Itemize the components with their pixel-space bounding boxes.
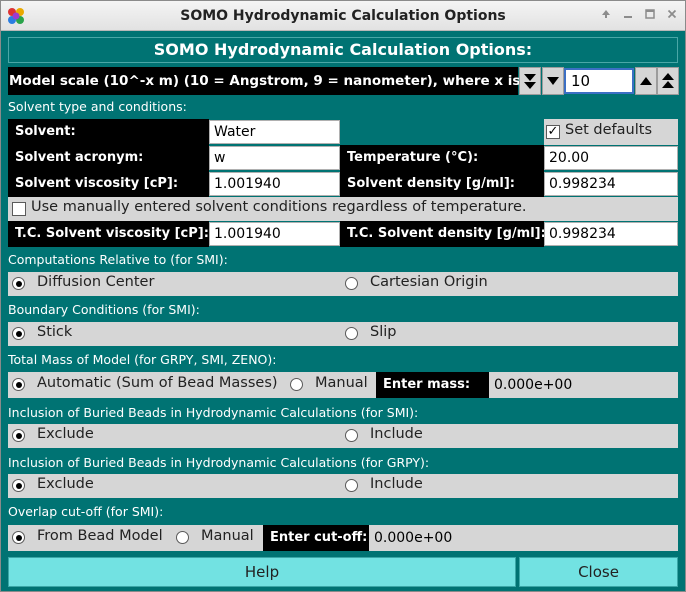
tc-viscosity-label: T.C. Solvent viscosity [cP]: [8, 221, 209, 247]
up-arrow-icon [640, 77, 652, 85]
automatic-mass-label[interactable]: Automatic (Sum of Bead Masses) [37, 375, 278, 391]
buried-smi-exclude-radio[interactable] [12, 429, 25, 442]
manual-mass-radio[interactable] [290, 378, 303, 391]
viscosity-field[interactable]: 1.001940 [209, 172, 340, 196]
tc-viscosity-field[interactable]: 1.001940 [209, 222, 340, 246]
increase-button[interactable] [635, 67, 657, 95]
tc-density-field[interactable]: 0.998234 [544, 222, 678, 246]
increase-fast-button[interactable] [657, 67, 679, 95]
cutoff-field[interactable]: 0.000e+00 [369, 526, 678, 550]
acronym-field[interactable]: w [209, 146, 340, 170]
from-bead-model-label[interactable]: From Bead Model [37, 528, 163, 544]
buried-grpy-radio-group: Exclude Include [8, 474, 678, 498]
manual-conditions-checkbox[interactable]: Use manually entered solvent conditions … [8, 197, 678, 221]
mass-field[interactable]: 0.000e+00 [489, 373, 678, 397]
buried-grpy-include-label[interactable]: Include [370, 476, 423, 492]
buried-smi-section-label: Inclusion of Buried Beads in Hydrodynami… [8, 405, 419, 420]
decrease-fast-button[interactable] [519, 67, 541, 95]
enter-mass-label: Enter mass: [376, 372, 489, 398]
slip-radio[interactable] [345, 327, 358, 340]
manual-conditions-label: Use manually entered solvent conditions … [31, 199, 527, 215]
double-up-arrow-icon [662, 73, 674, 88]
set-defaults-check-icon[interactable]: ✓ [546, 125, 560, 139]
buried-smi-radio-group: Exclude Include [8, 424, 678, 448]
computations-section-label: Computations Relative to (for SMI): [8, 252, 228, 267]
down-arrow-icon [547, 77, 559, 85]
up-icon[interactable] [597, 7, 615, 25]
slip-label[interactable]: Slip [370, 324, 396, 340]
manual-cutoff-radio[interactable] [176, 531, 189, 544]
buried-grpy-exclude-radio[interactable] [12, 479, 25, 492]
buried-smi-exclude-label[interactable]: Exclude [37, 426, 94, 442]
title-bar[interactable]: SOMO Hydrodynamic Calculation Options [1, 1, 685, 31]
help-button[interactable]: Help [8, 557, 516, 587]
decrease-button[interactable] [542, 67, 564, 95]
temperature-label: Temperature (°C): [340, 145, 544, 171]
automatic-mass-radio[interactable] [12, 378, 25, 391]
mass-section-label: Total Mass of Model (for GRPY, SMI, ZENO… [8, 352, 277, 367]
viscosity-label: Solvent viscosity [cP]: [8, 171, 209, 197]
temperature-field[interactable]: 20.00 [544, 146, 678, 170]
from-bead-model-radio[interactable] [12, 531, 25, 544]
double-down-arrow-icon [524, 74, 536, 89]
overlap-section-label: Overlap cut-off (for SMI): [8, 504, 164, 519]
stick-label[interactable]: Stick [37, 324, 72, 340]
tc-density-label: T.C. Solvent density [g/ml]: [340, 221, 546, 247]
boundary-radio-group: Stick Slip [8, 322, 678, 346]
acronym-label: Solvent acronym: [8, 145, 209, 171]
diffusion-center-radio[interactable] [12, 277, 25, 290]
solvent-section-label: Solvent type and conditions: [8, 99, 187, 114]
model-scale-label: Model scale (10^-x m) (10 = Angstrom, 9 … [8, 67, 531, 95]
buried-smi-include-label[interactable]: Include [370, 426, 423, 442]
buried-grpy-section-label: Inclusion of Buried Beads in Hydrodynami… [8, 455, 430, 470]
density-field[interactable]: 0.998234 [544, 172, 678, 196]
stick-radio[interactable] [12, 327, 25, 340]
set-defaults-label: Set defaults [565, 122, 652, 138]
diffusion-center-label[interactable]: Diffusion Center [37, 274, 154, 290]
boundary-section-label: Boundary Conditions (for SMI): [8, 302, 200, 317]
close-icon[interactable] [663, 7, 681, 25]
window-title: SOMO Hydrodynamic Calculation Options [180, 8, 506, 24]
cartesian-origin-radio[interactable] [345, 277, 358, 290]
buried-smi-include-radio[interactable] [345, 429, 358, 442]
enter-cutoff-label: Enter cut-off: [263, 525, 369, 551]
manual-cutoff-label[interactable]: Manual [201, 528, 254, 544]
model-scale-input[interactable]: 10 [564, 68, 634, 94]
manual-mass-label[interactable]: Manual [315, 375, 368, 391]
solvent-spacer [340, 119, 544, 145]
solvent-field[interactable]: Water [209, 120, 340, 144]
computations-radio-group: Diffusion Center Cartesian Origin [8, 272, 678, 296]
density-label: Solvent density [g/ml]: [340, 171, 544, 197]
dialog-body: SOMO Hydrodynamic Calculation Options: M… [1, 31, 685, 591]
buried-grpy-exclude-label[interactable]: Exclude [37, 476, 94, 492]
dialog-window: SOMO Hydrodynamic Calculation Options SO… [0, 0, 686, 592]
cartesian-origin-label[interactable]: Cartesian Origin [370, 274, 488, 290]
dialog-header: SOMO Hydrodynamic Calculation Options: [8, 37, 678, 63]
maximize-icon[interactable] [641, 7, 659, 25]
set-defaults-checkbox[interactable]: ✓ Set defaults [544, 119, 678, 145]
manual-conditions-check-icon[interactable] [12, 202, 26, 216]
close-button[interactable]: Close [519, 557, 678, 587]
minimize-icon[interactable] [619, 7, 637, 25]
solvent-label: Solvent: [8, 119, 209, 145]
buried-grpy-include-radio[interactable] [345, 479, 358, 492]
